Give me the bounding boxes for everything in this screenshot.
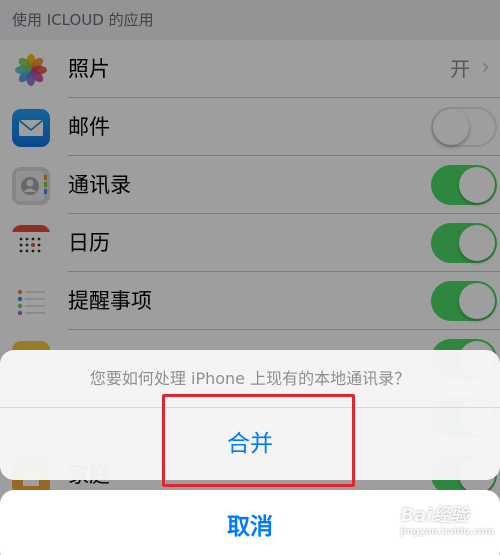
watermark: Bai经验 jingyan.baidu.com xyxy=(400,501,494,537)
sheet-message: 您要如何处理 iPhone 上现有的本地通讯录？ xyxy=(0,350,500,408)
action-sheet: 您要如何处理 iPhone 上现有的本地通讯录？ 合并 xyxy=(0,350,500,480)
watermark-sub: jingyan.baidu.com xyxy=(400,527,494,537)
merge-button[interactable]: 合并 xyxy=(0,408,500,480)
watermark-text: Bai经验 xyxy=(400,505,469,526)
